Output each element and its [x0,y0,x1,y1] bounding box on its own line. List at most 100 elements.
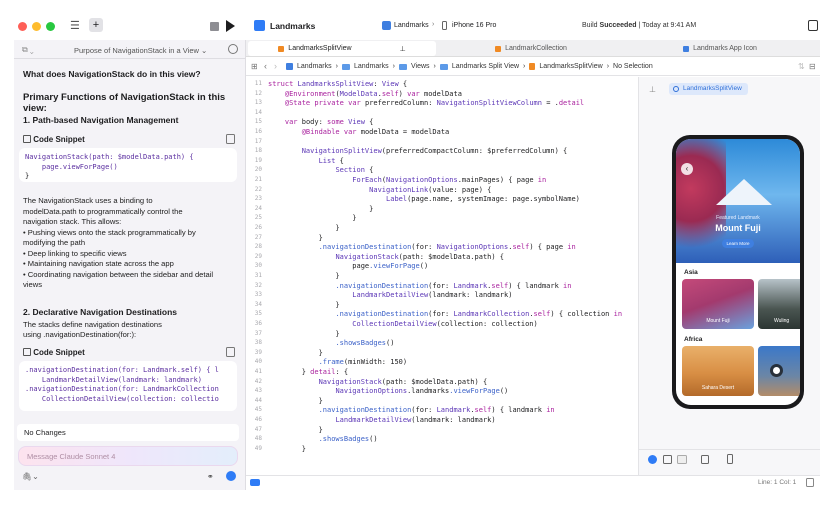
split-editor-icon[interactable]: ⊟ [809,62,816,71]
adjust-icon[interactable]: ⇅ [798,62,805,71]
code-line[interactable]: .navigationDestination(for: Landmark.sel… [268,282,571,290]
code-line[interactable]: } [268,426,323,434]
code-line[interactable]: Label(page.name, systemImage: page.symbo… [268,195,580,203]
code-line[interactable]: NavigationSplitView(preferredCompactColu… [268,147,568,155]
code-line[interactable]: .showsBadges() [268,435,378,443]
preview-badge[interactable]: LandmarksSplitView [669,83,748,95]
code-line[interactable]: NavigationStack(path: $modelData.path) { [268,253,504,261]
code-line[interactable]: @State private var preferredColumn: Navi… [268,99,584,107]
code-editor[interactable]: 11 struct LandmarksSplitView: View {12 @E… [246,77,636,475]
panel-toggle-icon[interactable] [806,478,814,487]
breadcrumb-item[interactable]: Landmarks [354,63,389,70]
line-number: 17 [254,137,262,145]
device-icon[interactable] [727,454,733,464]
copy-icon[interactable] [226,347,235,357]
changes-status[interactable]: No Changes [17,424,239,441]
code-line[interactable]: struct LandmarksSplitView: View { [268,80,407,88]
back-button[interactable]: ‹ [681,163,693,175]
sidebar-toggle-icon[interactable]: ☰ [70,19,80,32]
scheme-selector[interactable]: Landmarks [394,22,429,29]
featured-label: Featured Landmark [716,215,760,221]
snippet-label: Code Snippet [33,348,85,357]
conversation-title[interactable]: Purpose of NavigationStack in a View ⌄ [74,46,207,55]
tab-landmark-collection[interactable]: LandmarkCollection [438,41,624,56]
card-title: Mount Fuji [706,318,730,324]
history-icon[interactable] [228,44,238,54]
message-input[interactable]: Message Claude Sonnet 4 [18,446,238,466]
device-settings-icon[interactable] [701,455,709,464]
breadcrumb-item[interactable]: Views [411,63,430,70]
landmark-card[interactable] [758,346,800,396]
code-line[interactable]: } [268,214,356,222]
code-line[interactable]: } [268,234,323,242]
grid-icon[interactable]: ⊞ [251,62,258,71]
code-line[interactable]: .showsBadges() [268,339,394,347]
inspector-toggle-icon[interactable] [808,20,818,31]
snippet-label: Code Snippet [33,135,85,144]
debug-area-toggle-icon[interactable] [250,479,260,486]
back-icon[interactable]: ‹ [264,61,267,71]
pin-preview-icon[interactable]: ⊥ [649,85,656,94]
code-line[interactable]: page.viewForPage() [268,262,428,270]
breadcrumb-item[interactable]: Landmarks [297,63,332,70]
close-window-button[interactable] [18,22,27,31]
tab-app-icon[interactable]: Landmarks App Icon [626,41,814,56]
code-line[interactable]: } [268,330,339,338]
code-line[interactable]: } [268,397,323,405]
tab-landmarks-split-view[interactable]: LandmarksSplitView ⊥ [248,41,436,56]
breadcrumb-item[interactable]: LandmarksSplitView [539,63,602,70]
section-title: 1. Path-based Navigation Management [23,115,179,125]
pin-icon[interactable]: ⊥ [400,45,406,53]
code-line[interactable]: } [268,445,306,453]
code-line[interactable]: LandmarkDetailView(landmark: landmark) [268,416,495,424]
code-line[interactable]: Section { [268,166,373,174]
landmark-card[interactable]: Sahara Desert [682,346,754,396]
new-chat-icon[interactable]: + [89,18,103,32]
run-icon[interactable] [226,20,235,32]
code-snippet[interactable]: NavigationStack(path: $modelData.path) {… [19,148,237,182]
code-line[interactable]: } [268,272,339,280]
forward-icon[interactable]: › [274,61,277,71]
code-line[interactable]: .navigationDestination(for: NavigationOp… [268,243,576,251]
breadcrumb-item[interactable]: No Selection [613,63,653,70]
live-preview-button[interactable] [648,455,657,464]
code-line[interactable]: } [268,224,339,232]
featured-landmark-image[interactable]: ‹ Featured Landmark Mount Fuji Learn Mor… [676,139,800,263]
code-line[interactable]: } [268,301,339,309]
copy-icon[interactable] [226,134,235,144]
code-line[interactable]: LandmarkDetailView(landmark: landmark) [268,291,512,299]
code-line[interactable]: NavigationStack(path: $modelData.path) { [268,378,488,386]
stop-icon[interactable] [210,22,219,31]
code-line[interactable]: NavigationLink(value: page) { [268,186,491,194]
minimize-window-button[interactable] [32,22,41,31]
code-line[interactable]: ForEach(NavigationOptions.mainPages) { p… [268,176,546,184]
selectable-mode-icon[interactable] [663,455,672,464]
code-line[interactable]: .navigationDestination(for: Landmark.sel… [268,406,555,414]
code-line[interactable]: .frame(minWidth: 150) [268,358,408,366]
code-line[interactable]: } [268,349,323,357]
variants-icon[interactable] [677,455,687,464]
code-line[interactable]: @Bindable var modelData = modelData [268,128,450,136]
zoom-window-button[interactable] [46,22,55,31]
compose-icon[interactable]: ⧉ ⌄ [22,45,34,55]
code-line[interactable]: List { [268,157,344,165]
line-number: 33 [254,291,262,299]
send-button[interactable] [226,471,236,481]
bullet-item: • Deep linking to specific views [23,248,127,258]
attach-icon[interactable]: 🖇⌄ [22,472,39,481]
breadcrumb-item[interactable]: Landmarks Split View [452,63,519,70]
code-line[interactable]: @Environment(ModelData.self) var modelDa… [268,90,462,98]
tab-label: LandmarksSplitView [288,45,352,52]
binoculars-icon[interactable]: ⚭ [207,472,214,481]
code-line[interactable]: } [268,205,373,213]
code-snippet[interactable]: .navigationDestination(for: Landmark.sel… [19,361,237,411]
device-selector[interactable]: iPhone 16 Pro [452,22,496,29]
landmark-card[interactable]: Mount Fuji [682,279,754,329]
learn-more-button[interactable]: Learn More [722,239,754,248]
landmark-card[interactable]: Wuling [758,279,800,329]
code-line[interactable]: NavigationOptions.landmarks.viewForPage(… [268,387,508,395]
code-line[interactable]: CollectionDetailView(collection: collect… [268,320,537,328]
code-line[interactable]: .navigationDestination(for: LandmarkColl… [268,310,622,318]
code-line[interactable]: } detail: { [268,368,348,376]
code-line[interactable]: var body: some View { [268,118,374,126]
